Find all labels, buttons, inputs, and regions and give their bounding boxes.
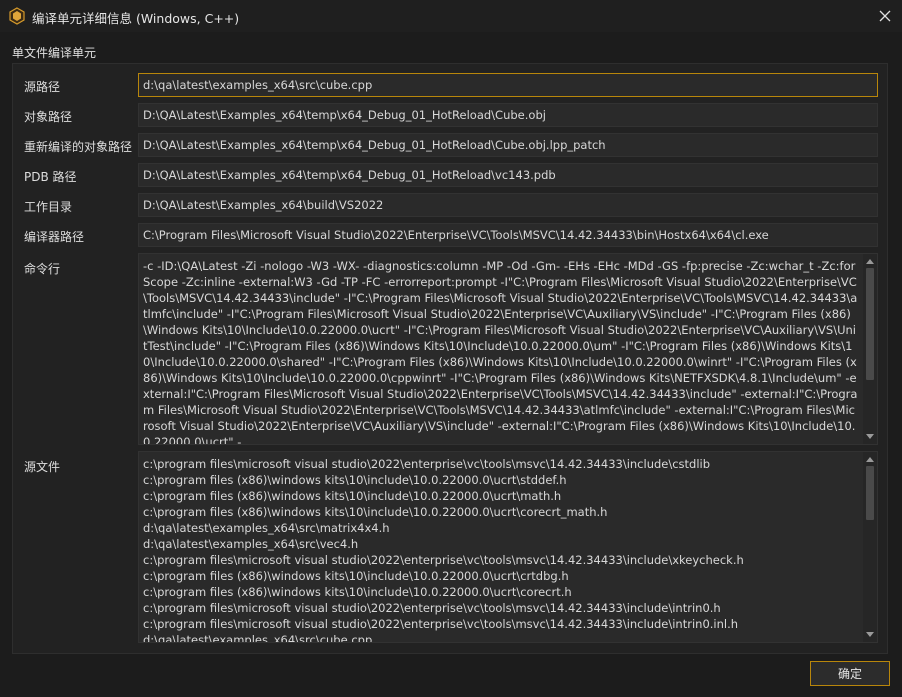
source-file-item: d:\qa\latest\examples_x64\src\vec4.h [143, 537, 359, 551]
object-path-label: 对象路径 [24, 110, 73, 124]
object-path-field[interactable]: D:\QA\Latest\Examples_x64\temp\x64_Debug… [138, 103, 878, 127]
compiler-path-label: 编译器路径 [24, 230, 85, 244]
scroll-down-icon[interactable] [866, 434, 874, 439]
source-file-item: c:\program files\microsoft visual studio… [143, 601, 721, 615]
scroll-down-icon[interactable] [866, 632, 874, 637]
recompile-object-path-label: 重新编译的对象路径 [24, 140, 133, 154]
source-file-item: c:\program files (x86)\windows kits\10\i… [143, 505, 608, 519]
source-file-item: c:\program files (x86)\windows kits\10\i… [143, 489, 562, 503]
pdb-path-label: PDB 路径 [24, 170, 77, 184]
working-dir-field[interactable]: D:\QA\Latest\Examples_x64\build\VS2022 [138, 193, 878, 217]
command-line-text: -c -ID:\QA\Latest -Zi -nologo -W3 -WX- -… [143, 259, 858, 444]
compiler-path-field[interactable]: C:\Program Files\Microsoft Visual Studio… [138, 223, 878, 247]
source-file-item: c:\program files (x86)\windows kits\10\i… [143, 473, 567, 487]
source-files-list[interactable]: c:\program files\microsoft visual studio… [138, 451, 878, 643]
source-file-item: c:\program files (x86)\windows kits\10\i… [143, 585, 572, 599]
source-file-item: d:\qa\latest\examples_x64\src\cube.cpp [143, 633, 373, 642]
scroll-thumb[interactable] [866, 466, 874, 520]
source-file-item: c:\program files\microsoft visual studio… [143, 457, 711, 471]
source-file-item: c:\program files (x86)\windows kits\10\i… [143, 569, 569, 583]
source-path-label: 源路径 [24, 80, 61, 94]
group-title: 单文件编译单元 [12, 46, 97, 60]
source-path-field[interactable]: d:\qa\latest\examples_x64\src\cube.cpp [138, 73, 878, 97]
scroll-thumb[interactable] [866, 268, 874, 380]
command-line-label: 命令行 [24, 262, 61, 276]
ok-button[interactable]: 确定 [810, 661, 890, 686]
source-files-scrollbar[interactable] [863, 452, 877, 642]
working-dir-label: 工作目录 [24, 200, 73, 214]
source-file-item: c:\program files\microsoft visual studio… [143, 553, 744, 567]
recompile-object-path-field[interactable]: D:\QA\Latest\Examples_x64\temp\x64_Debug… [138, 133, 878, 157]
source-files-content: c:\program files\microsoft visual studio… [143, 456, 859, 642]
source-file-item: d:\qa\latest\examples_x64\src\matrix4x4.… [143, 521, 390, 535]
window-title: 编译单元详细信息 (Windows, C++) [32, 11, 240, 26]
app-logo-icon [8, 7, 26, 25]
source-files-label: 源文件 [24, 460, 61, 474]
scroll-up-icon[interactable] [866, 457, 874, 462]
close-button[interactable] [868, 0, 902, 32]
scroll-up-icon[interactable] [866, 259, 874, 264]
command-line-textarea[interactable]: -c -ID:\QA\Latest -Zi -nologo -W3 -WX- -… [138, 253, 878, 445]
close-icon [879, 10, 891, 22]
command-line-scrollbar[interactable] [863, 254, 877, 444]
pdb-path-field[interactable]: D:\QA\Latest\Examples_x64\temp\x64_Debug… [138, 163, 878, 187]
source-file-item: c:\program files\microsoft visual studio… [143, 617, 739, 631]
title-bar: 编译单元详细信息 (Windows, C++) [0, 0, 902, 32]
